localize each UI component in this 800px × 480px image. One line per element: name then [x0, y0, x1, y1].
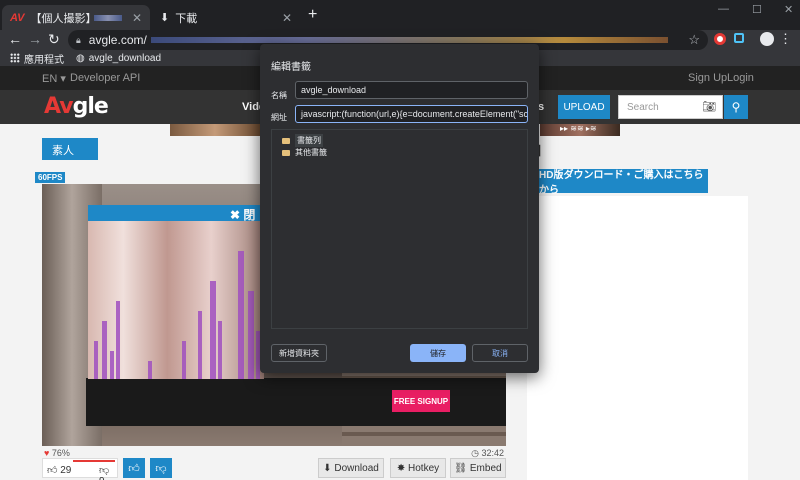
- lock-icon: 🔒︎: [76, 34, 81, 45]
- site-logo[interactable]: Avgle: [44, 94, 109, 119]
- folder-icon: [282, 149, 290, 156]
- ad-overlay-graphic: [94, 251, 260, 379]
- like-count: 👍︎ 29: [47, 465, 72, 476]
- url-label: 網址: [271, 113, 287, 122]
- avgle-favicon-icon: AV: [10, 11, 25, 24]
- rating-fill: [73, 460, 115, 462]
- download-button[interactable]: ⬇ Download: [318, 458, 384, 478]
- thumbs-up-icon: 👍︎: [47, 465, 58, 476]
- login-link[interactable]: Login: [727, 72, 754, 84]
- extension-record-icon[interactable]: [714, 33, 726, 45]
- fire-icon: ✸: [396, 462, 406, 474]
- bookmark-avgle-download[interactable]: avgle_download: [89, 53, 161, 64]
- reload-icon[interactable]: ↻: [48, 31, 60, 48]
- embed-button[interactable]: ⛓ Embed: [450, 458, 506, 478]
- profile-avatar-icon[interactable]: [760, 32, 774, 46]
- clock-icon: ◷: [471, 448, 479, 458]
- signup-link[interactable]: Sign Up: [688, 72, 727, 84]
- like-button[interactable]: 👍︎: [123, 458, 145, 478]
- language-select[interactable]: EN ▾: [42, 72, 66, 85]
- banner-thumbnail-right[interactable]: ▸▸ ≋≋ ▸≋: [540, 124, 620, 136]
- tab-download[interactable]: ⬇ 下載 ✕: [152, 5, 300, 30]
- star-icon[interactable]: ☆: [688, 32, 700, 48]
- like-dislike-counter: 👍︎ 29 👎︎ 9: [42, 458, 118, 480]
- folder-item-other-bookmarks[interactable]: 其他書籤: [282, 147, 327, 158]
- category-badge[interactable]: 素人: [42, 138, 98, 160]
- bookmark-name-field[interactable]: avgle_download: [295, 81, 528, 99]
- minimize-button[interactable]: —: [718, 3, 729, 15]
- upload-button[interactable]: UPLOAD: [558, 95, 610, 119]
- tab-avgle[interactable]: AV 【個人撮影】 ✕: [2, 5, 150, 30]
- dislike-count: 👎︎ 9: [99, 464, 117, 480]
- folder-item-bookmarks-bar[interactable]: 書籤列: [282, 134, 323, 147]
- side-panel: [527, 196, 748, 480]
- close-icon[interactable]: ✕: [132, 11, 142, 25]
- new-folder-button[interactable]: 新增資料夾: [271, 344, 327, 362]
- name-label: 名稱: [271, 91, 287, 100]
- banner-thumbnail[interactable]: [170, 124, 260, 136]
- heart-icon: ♥: [44, 448, 50, 458]
- folder-icon: [282, 137, 290, 144]
- cancel-button[interactable]: 取消: [472, 344, 528, 362]
- dislike-button[interactable]: 👎︎: [150, 458, 172, 478]
- thumbs-down-icon: 👎︎: [155, 462, 167, 475]
- free-signup-button[interactable]: FREE SIGNUP: [392, 390, 450, 412]
- link-icon: ⛓: [454, 462, 468, 474]
- new-tab-button[interactable]: +: [308, 6, 317, 24]
- url-text: avgle.com/: [88, 33, 147, 47]
- redacted-text: [93, 14, 122, 21]
- thumbs-down-icon: 👎︎: [99, 465, 110, 476]
- dialog-title: 編輯書籤: [271, 62, 311, 73]
- search-button[interactable]: ⚲: [724, 95, 748, 119]
- globe-icon: ◍: [76, 52, 85, 64]
- save-button[interactable]: 儲存: [410, 344, 466, 362]
- maximize-button[interactable]: ☐: [752, 3, 762, 16]
- developer-api-link[interactable]: Developer API: [70, 72, 140, 84]
- search-placeholder: Search: [627, 101, 659, 113]
- tab-strip: AV 【個人撮影】 ✕ ⬇ 下載 ✕ + — ☐ ✕: [0, 0, 800, 30]
- window-close-button[interactable]: ✕: [784, 3, 793, 16]
- bookmark-url-field[interactable]: javascript:(function(url,e){e=document.c…: [295, 105, 528, 123]
- rating-percent: ♥ 76%: [44, 448, 70, 458]
- ad-overlay[interactable]: ✖ 閉: [88, 205, 264, 379]
- bookmark-apps[interactable]: 應用程式: [24, 51, 64, 66]
- hd-download-button[interactable]: HD版ダウンロード・ご購入はこちらから: [527, 169, 708, 196]
- camera-icon[interactable]: 📷︎: [702, 100, 716, 113]
- redacted-url: [150, 37, 668, 43]
- hotkey-button[interactable]: ✸ Hotkey: [390, 458, 446, 478]
- download-icon: ⬇: [323, 462, 332, 474]
- tab-title: 下載: [175, 12, 198, 25]
- fps-badge: 60FPS: [35, 172, 66, 183]
- back-arrow-icon[interactable]: ←: [8, 31, 22, 47]
- tab-title: 【個人撮影】: [30, 12, 90, 25]
- edit-bookmark-dialog: 編輯書籤 名稱 avgle_download 網址 javascript:(fu…: [260, 44, 539, 373]
- folder-tree: 書籤列 其他書籤: [271, 129, 528, 329]
- search-icon: ⚲: [731, 100, 741, 114]
- forward-arrow-icon[interactable]: →: [28, 31, 42, 47]
- thumbs-up-icon: 👍︎: [128, 462, 140, 475]
- search-input[interactable]: Search 📷︎: [618, 95, 723, 119]
- apps-icon[interactable]: [10, 53, 20, 63]
- download-icon: ⬇: [160, 12, 170, 24]
- close-icon[interactable]: ✕: [282, 11, 292, 25]
- menu-dots-icon[interactable]: ⋮: [779, 31, 792, 47]
- extension-icon[interactable]: [734, 33, 744, 43]
